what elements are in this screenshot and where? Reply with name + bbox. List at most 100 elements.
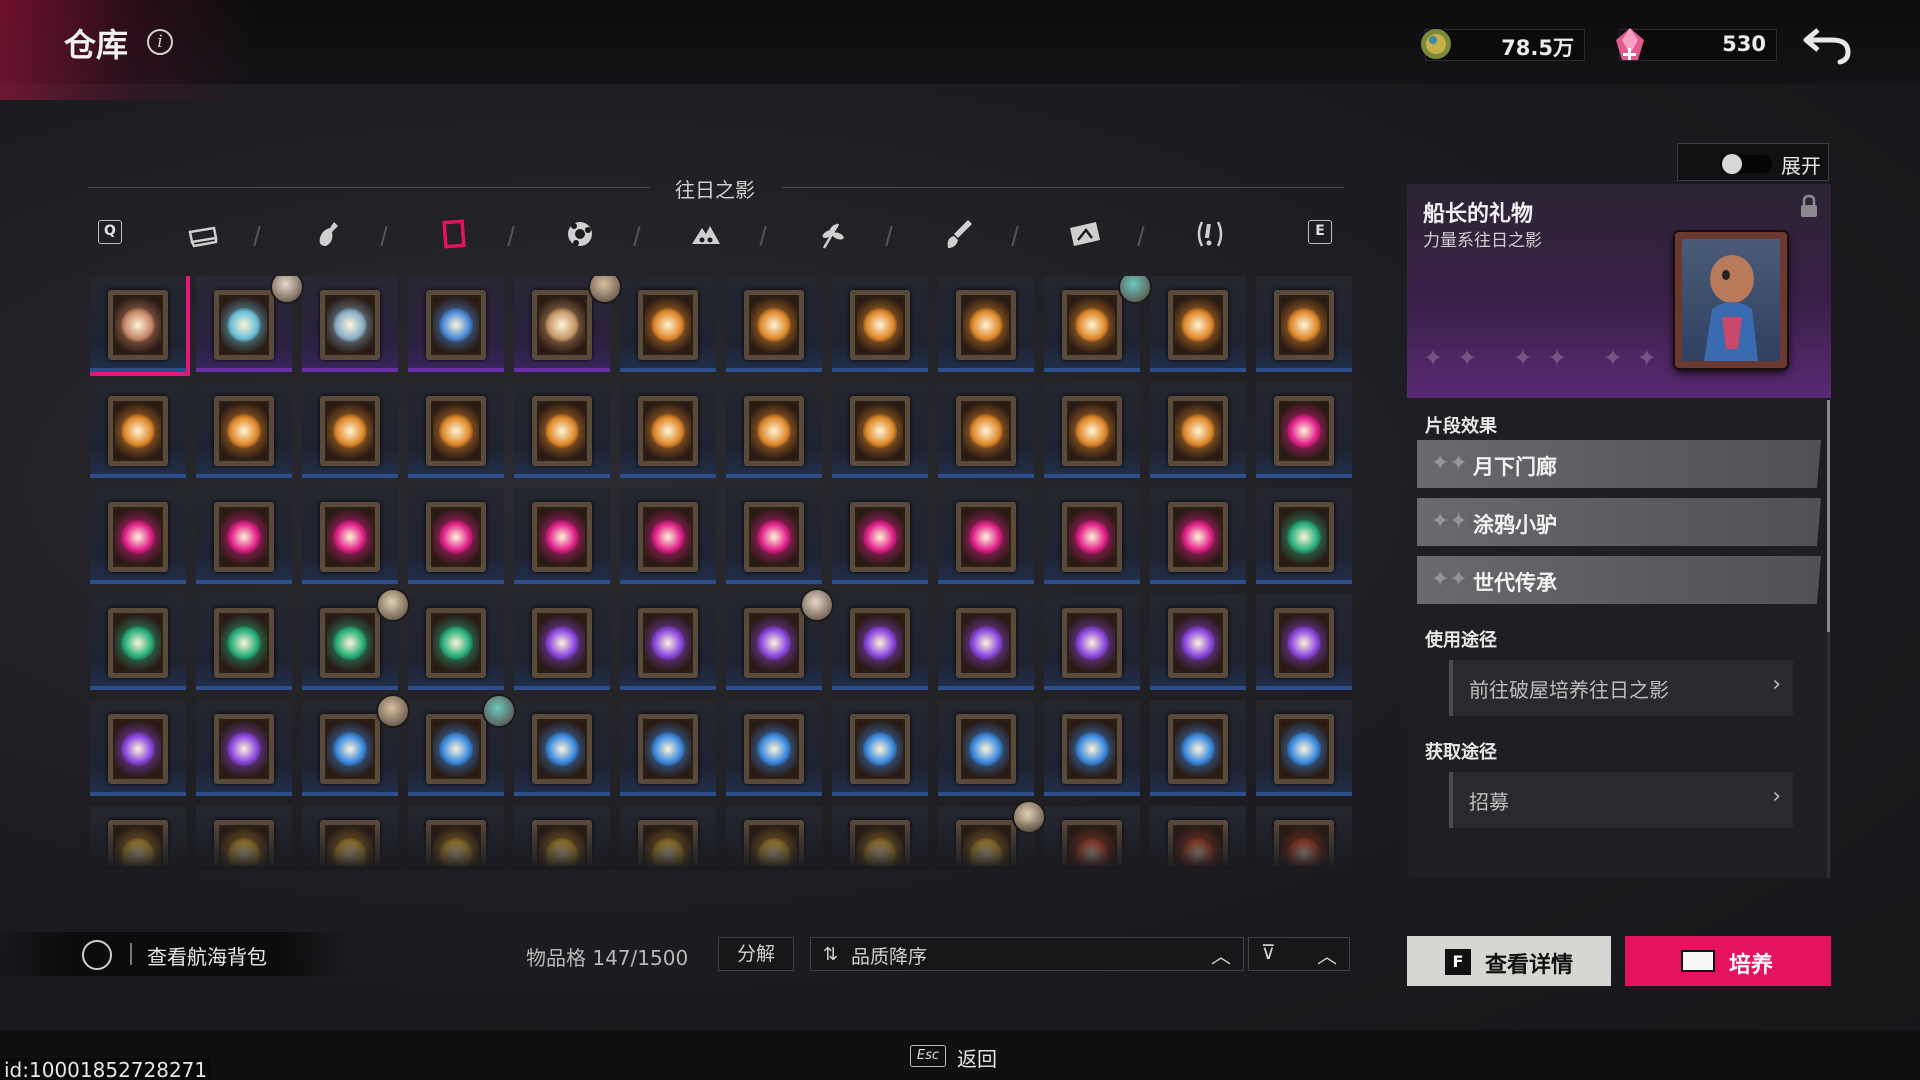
effect-item[interactable]: ✦✦ 涂鸦小驴: [1417, 498, 1821, 546]
filter-button[interactable]: ⊽ ︿: [1248, 937, 1350, 971]
item-slot-flower[interactable]: [938, 700, 1034, 796]
mountain-icon[interactable]: [688, 216, 724, 252]
item-slot-fire[interactable]: [620, 382, 716, 478]
item-slot-lips[interactable]: [196, 488, 292, 584]
item-slot-fire[interactable]: [726, 276, 822, 372]
item-slot-fire[interactable]: [196, 382, 292, 478]
burst-icon: [545, 626, 579, 660]
item-slot-burst[interactable]: [832, 594, 928, 690]
item-slot-burst[interactable]: [1044, 594, 1140, 690]
pinwheel-icon[interactable]: [562, 216, 598, 252]
boot-icon: [439, 626, 473, 660]
chest-icon[interactable]: [184, 216, 220, 252]
back-arrow-icon[interactable]: [1800, 22, 1856, 66]
usage-link[interactable]: 前往破屋培养往日之影 ›: [1449, 660, 1793, 716]
esc-key[interactable]: Esc: [910, 1045, 946, 1067]
item-slot-flower[interactable]: [620, 700, 716, 796]
item-slot-flower[interactable]: [1150, 700, 1246, 796]
card-icon[interactable]: [1066, 216, 1102, 252]
item-slot-lips[interactable]: [514, 488, 610, 584]
item-slot-lips[interactable]: [726, 488, 822, 584]
alert-icon[interactable]: [1192, 216, 1228, 252]
item-slot-lips[interactable]: [408, 488, 504, 584]
decompose-button[interactable]: 分解: [718, 937, 794, 971]
item-frame: [956, 396, 1016, 466]
item-frame: [214, 714, 274, 784]
item-frame: [320, 290, 380, 360]
item-slot-boot[interactable]: [1256, 488, 1352, 584]
info-icon[interactable]: i: [147, 29, 173, 55]
next-tab-key[interactable]: E: [1308, 220, 1332, 244]
item-slot-lips[interactable]: [302, 488, 398, 584]
item-frame: [1168, 502, 1228, 572]
effect-item[interactable]: ✦✦ 月下门廊: [1417, 440, 1821, 488]
item-slot-fire[interactable]: [1256, 276, 1352, 372]
item-frame: [320, 608, 380, 678]
usage-title: 使用途径: [1425, 630, 1497, 651]
source-link[interactable]: 招募 ›: [1449, 772, 1793, 828]
item-slot-fire[interactable]: [832, 276, 928, 372]
brush-icon[interactable]: [940, 216, 976, 252]
item-slot-fire[interactable]: [1150, 382, 1246, 478]
item-slot-burst[interactable]: [1256, 594, 1352, 690]
gem-counter: 530: [1616, 28, 1777, 61]
item-slot-fire[interactable]: [1150, 276, 1246, 372]
expand-toggle[interactable]: 展开: [1677, 143, 1829, 181]
item-slot-lips[interactable]: [832, 488, 928, 584]
scrollbar-thumb[interactable]: [1827, 400, 1830, 632]
item-slot-lips[interactable]: [938, 488, 1034, 584]
sort-dropdown[interactable]: ⇅ 品质降序 ︿: [810, 937, 1244, 971]
item-slot-boot[interactable]: [90, 594, 186, 690]
train-button[interactable]: 培养: [1625, 936, 1831, 986]
view-details-button[interactable]: F 查看详情: [1407, 936, 1611, 986]
item-slot-burst[interactable]: [938, 594, 1034, 690]
item-slot-fire[interactable]: [302, 382, 398, 478]
item-slot-fire[interactable]: [514, 382, 610, 478]
item-slot-burst[interactable]: [514, 594, 610, 690]
item-slot-fire[interactable]: [620, 276, 716, 372]
item-slot-lips[interactable]: [1044, 488, 1140, 584]
frame-icon[interactable]: [436, 216, 472, 252]
effect-item[interactable]: ✦✦ 世代传承: [1417, 556, 1821, 604]
item-slot-burst[interactable]: [196, 700, 292, 796]
item-slot-fire[interactable]: [938, 276, 1034, 372]
item-slot-fire[interactable]: [938, 382, 1034, 478]
item-slot-fire[interactable]: [90, 382, 186, 478]
item-slot-flower[interactable]: [1044, 700, 1140, 796]
item-slot-burst[interactable]: [1150, 594, 1246, 690]
item-slot-lips[interactable]: [1256, 382, 1352, 478]
flower-icon: [333, 732, 367, 766]
item-slot-lips[interactable]: [620, 488, 716, 584]
space-key-icon: [1681, 950, 1715, 972]
item-slot-boot[interactable]: [196, 594, 292, 690]
item-slot-lips[interactable]: [90, 488, 186, 584]
item-frame: [744, 502, 804, 572]
item-slot-flower[interactable]: [1256, 700, 1352, 796]
item-slot-flower[interactable]: [514, 700, 610, 796]
item-frame: [108, 608, 168, 678]
sprig-icon[interactable]: [814, 216, 850, 252]
item-slot-orb[interactable]: [408, 276, 504, 372]
prev-tab-key[interactable]: Q: [98, 220, 122, 244]
sailing-bag-button[interactable]: 查看航海背包: [0, 932, 350, 976]
item-slot-burst[interactable]: [90, 700, 186, 796]
item-slot-portrait[interactable]: [90, 276, 190, 376]
lock-icon[interactable]: [1799, 194, 1819, 218]
bottle-icon[interactable]: [310, 216, 346, 252]
burst-icon: [1075, 626, 1109, 660]
item-frame: [426, 714, 486, 784]
item-slot-flower[interactable]: [832, 700, 928, 796]
item-slot-knight[interactable]: [302, 276, 398, 372]
item-slot-flower[interactable]: [726, 700, 822, 796]
item-slot-fire[interactable]: [408, 382, 504, 478]
item-slot-fire[interactable]: [1044, 382, 1140, 478]
item-slot-fire[interactable]: [726, 382, 822, 478]
item-slot-fire[interactable]: [832, 382, 928, 478]
item-detail-body: 片段效果 ✦✦ 月下门廊 ✦✦ 涂鸦小驴 ✦✦ 世代传承 使用途径 前往破屋培养…: [1407, 398, 1831, 878]
back-label[interactable]: 返回: [957, 1043, 997, 1072]
item-slot-lips[interactable]: [1150, 488, 1246, 584]
item-slot-burst[interactable]: [620, 594, 716, 690]
item-frame: [1168, 396, 1228, 466]
item-slot-boot[interactable]: [408, 594, 504, 690]
item-frame: [638, 396, 698, 466]
